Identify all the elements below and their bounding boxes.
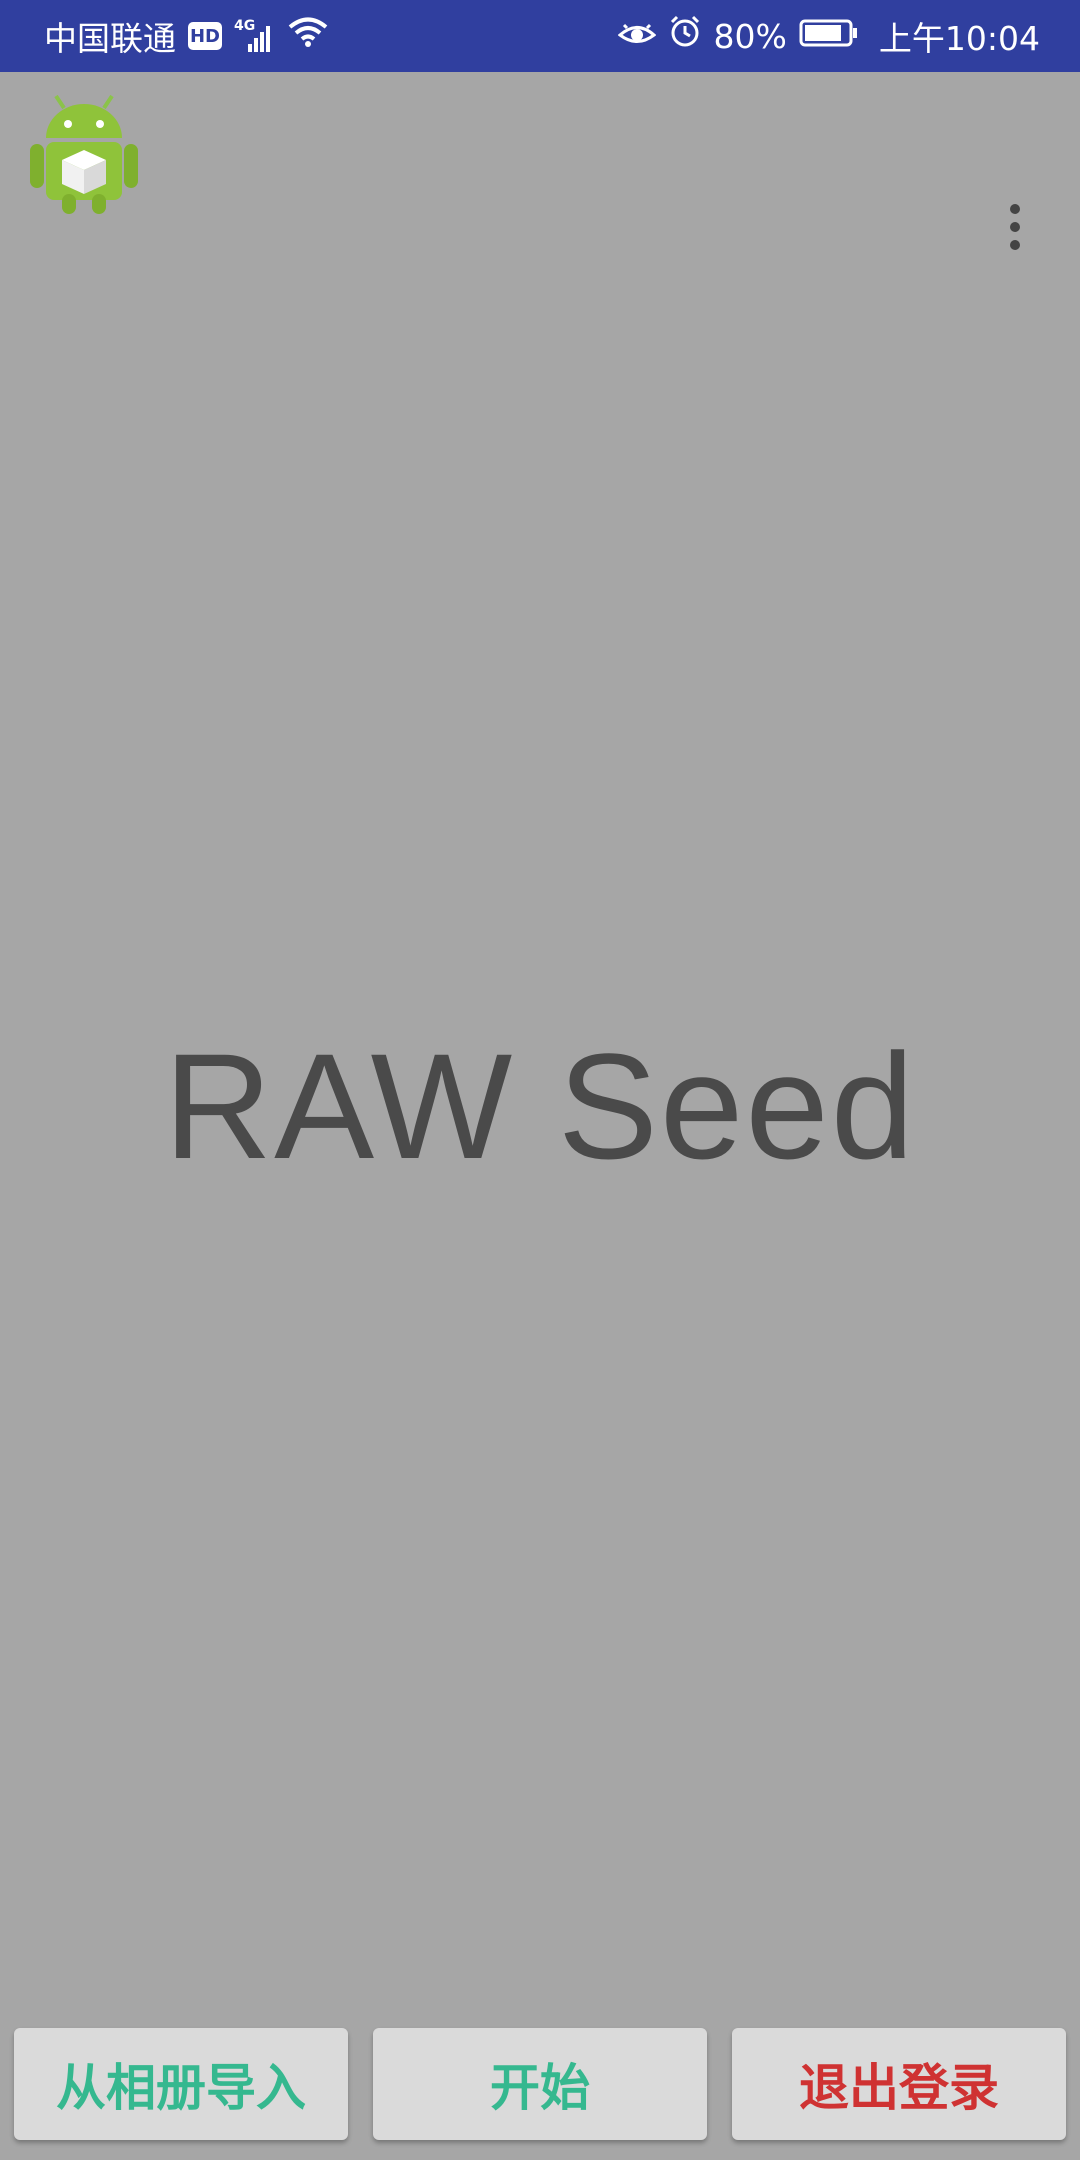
app-screen: 中国联通 HD 4G 80% 上午10:04 RAW Seed 从相册导入 开始… [0, 0, 1080, 2160]
network-type: 4G [234, 18, 256, 34]
start-button[interactable]: 开始 [373, 2028, 707, 2140]
status-bar-right: 80% 上午10:04 [617, 12, 1040, 60]
import-from-album-button[interactable]: 从相册导入 [14, 2028, 348, 2140]
battery-percent: 80% [713, 16, 787, 56]
android-robot-cube-icon [28, 94, 140, 216]
signal-icon: 4G [234, 18, 276, 54]
overflow-dot [1010, 222, 1020, 232]
status-bar: 中国联通 HD 4G 80% 上午10:04 [0, 0, 1080, 72]
logout-button[interactable]: 退出登录 [732, 2028, 1066, 2140]
bottom-button-bar: 从相册导入 开始 退出登录 [0, 2024, 1080, 2144]
overflow-dot [1010, 204, 1020, 214]
eye-icon [617, 17, 656, 56]
app-toolbar [0, 72, 1080, 250]
status-time: 上午10:04 [878, 19, 1040, 58]
overflow-dot [1010, 240, 1020, 250]
main-title: RAW Seed [163, 1022, 917, 1190]
alarm-icon [668, 15, 702, 57]
wifi-icon [288, 16, 328, 56]
carrier-name: 中国联通 [44, 19, 176, 58]
more-vert-icon[interactable] [990, 192, 1040, 262]
battery-icon [799, 17, 859, 56]
hd-icon: HD [188, 22, 222, 50]
status-bar-left: 中国联通 HD 4G [44, 12, 328, 60]
